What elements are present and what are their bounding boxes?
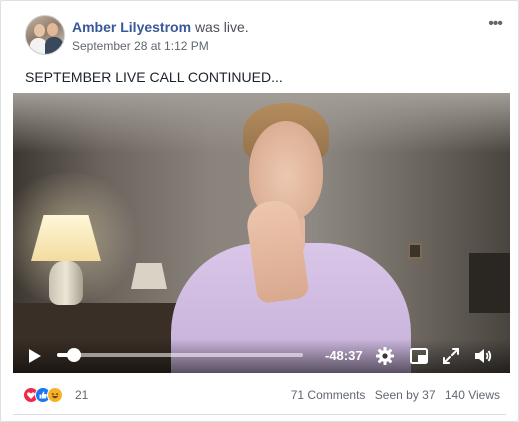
video-controls: -48:37 [13, 339, 510, 373]
more-options-icon[interactable]: ••• [488, 15, 503, 33]
post-stats: 71 Comments Seen by 37 140 Views [285, 388, 500, 402]
comments-count-link[interactable]: 71 Comments [291, 388, 366, 402]
footer-divider [13, 414, 506, 415]
avatar[interactable] [25, 15, 65, 55]
video-player[interactable]: -48:37 [13, 93, 510, 373]
reaction-count[interactable]: 21 [75, 388, 88, 402]
progress-knob[interactable] [67, 348, 82, 362]
avatar-person-body [45, 37, 63, 54]
post-text: SEPTEMBER LIVE CALL CONTINUED... [25, 69, 283, 85]
haha-reaction-icon[interactable] [47, 387, 63, 403]
author-name-link[interactable]: Amber Lilyestrom [72, 19, 191, 35]
post-header: Amber Lilyestrom was live. September 28 … [25, 15, 506, 55]
seen-by-link[interactable]: Seen by 37 [375, 388, 436, 402]
reactions-row: 21 71 Comments Seen by 37 140 Views [23, 385, 500, 405]
time-remaining: -48:37 [325, 348, 363, 363]
picture-in-picture-icon[interactable] [409, 346, 429, 366]
lamp-base [49, 261, 83, 305]
views-count[interactable]: 140 Views [445, 388, 500, 402]
wall-frame [408, 243, 422, 259]
volume-icon[interactable] [473, 346, 493, 366]
author-line: Amber Lilyestrom was live. [72, 19, 249, 36]
post-timestamp[interactable]: September 28 at 1:12 PM [72, 39, 209, 53]
tv-stand [469, 253, 510, 313]
second-lamp [131, 263, 167, 289]
post-card: Amber Lilyestrom was live. September 28 … [0, 0, 519, 422]
fullscreen-icon[interactable] [441, 346, 461, 366]
avatar-person-face [34, 24, 45, 37]
gear-icon[interactable] [375, 346, 395, 366]
avatar-person-face [47, 23, 58, 36]
play-icon[interactable] [29, 349, 41, 363]
live-status-text: was live. [194, 19, 249, 35]
progress-bar[interactable] [57, 348, 303, 362]
